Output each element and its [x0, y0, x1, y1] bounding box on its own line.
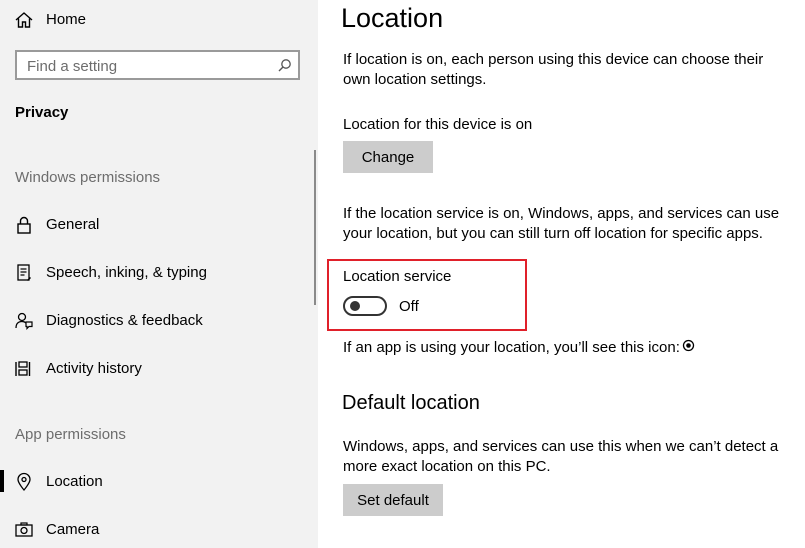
home-label: Home — [46, 11, 87, 28]
windows-permissions-heading: Windows permissions — [15, 169, 161, 186]
speech-icon — [17, 264, 31, 281]
section-title: Privacy — [15, 104, 69, 121]
search-icon[interactable] — [277, 58, 292, 73]
sidebar-item-general[interactable]: General — [0, 205, 318, 245]
change-button[interactable]: Change — [343, 141, 433, 173]
default-location-heading: Default location — [342, 392, 480, 414]
set-default-button[interactable]: Set default — [343, 484, 443, 516]
lock-icon — [17, 216, 31, 234]
icon-note-text: If an app is using your location, you’ll… — [343, 339, 680, 356]
activity-icon — [15, 361, 31, 376]
feedback-icon — [15, 312, 33, 330]
search-placeholder: Find a setting — [27, 58, 118, 75]
sidebar-item-label: Camera — [46, 521, 100, 538]
sidebar-item-camera[interactable]: Camera — [0, 510, 318, 548]
sidebar-item-label: Speech, inking, & typing — [46, 264, 207, 281]
toggle-state-label: Off — [399, 298, 419, 315]
sidebar-item-activity-history[interactable]: Activity history — [0, 349, 318, 389]
intro-text: If location is on, each person using thi… — [343, 51, 764, 88]
sidebar-item-diagnostics[interactable]: Diagnostics & feedback — [0, 301, 318, 341]
camera-icon — [15, 522, 33, 537]
location-service-label: Location service — [343, 268, 452, 285]
sidebar-item-label: Location — [46, 473, 103, 490]
sidebar-item-label: Diagnostics & feedback — [46, 312, 203, 329]
location-icon — [17, 472, 31, 491]
location-service-toggle[interactable] — [343, 296, 387, 316]
device-status-text: Location for this device is on — [343, 116, 533, 133]
sidebar-item-speech[interactable]: Speech, inking, & typing — [0, 253, 318, 293]
sidebar: Home Find a setting Privacy Windows perm… — [0, 0, 318, 548]
toggle-knob — [350, 301, 360, 311]
home-icon — [15, 12, 33, 28]
service-description: If the location service is on, Windows, … — [343, 205, 780, 242]
sidebar-item-location[interactable]: Location — [0, 462, 318, 502]
page-title: Location — [341, 3, 444, 33]
app-permissions-heading: App permissions — [15, 426, 126, 443]
sidebar-scrollbar[interactable] — [314, 150, 316, 305]
home-link[interactable]: Home — [0, 0, 318, 40]
location-in-use-icon — [682, 339, 695, 352]
sidebar-item-label: Activity history — [46, 360, 142, 377]
search-input[interactable]: Find a setting — [15, 50, 300, 80]
sidebar-item-label: General — [46, 216, 100, 233]
default-location-description: Windows, apps, and services can use this… — [343, 438, 779, 475]
